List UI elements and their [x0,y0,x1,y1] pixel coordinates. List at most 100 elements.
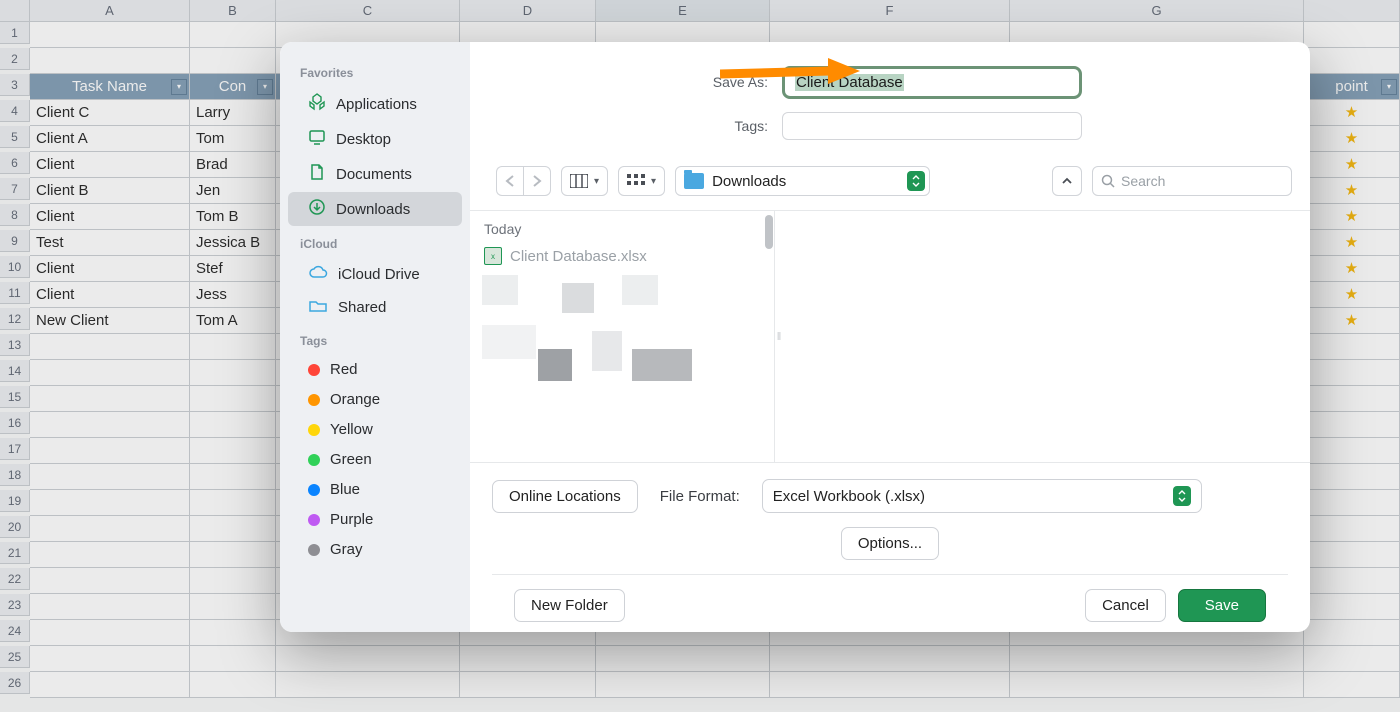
cell[interactable] [770,646,1010,672]
cell[interactable] [30,334,190,360]
cell[interactable] [460,672,596,698]
row-number[interactable]: 5 [0,126,30,148]
sidebar-item-applications[interactable]: Applications [288,87,462,121]
star-cell[interactable] [1304,516,1400,542]
cell[interactable] [190,438,276,464]
row-number[interactable]: 6 [0,152,30,174]
cell[interactable] [770,672,1010,698]
scrollbar-thumb[interactable] [765,215,773,249]
cell[interactable] [30,464,190,490]
collapse-button[interactable] [1052,166,1082,196]
sidebar-item-green[interactable]: Green [288,445,462,474]
row-number[interactable]: 20 [0,516,30,538]
row-number[interactable]: 21 [0,542,30,564]
online-locations-button[interactable]: Online Locations [492,480,638,513]
star-cell[interactable] [1304,464,1400,490]
star-cell[interactable] [1304,48,1400,74]
row-number[interactable]: 26 [0,672,30,694]
view-mode-columns-button[interactable]: ▾ [561,166,608,196]
cell[interactable]: Brad [190,152,276,178]
cell[interactable] [190,646,276,672]
cell[interactable] [190,490,276,516]
cell[interactable] [1010,646,1304,672]
cell[interactable]: Client B [30,178,190,204]
cell[interactable]: Client [30,282,190,308]
filter-dropdown-icon[interactable]: ▾ [171,79,187,95]
cell[interactable] [30,568,190,594]
star-cell[interactable] [1304,22,1400,48]
search-input[interactable]: Search [1092,166,1292,196]
star-cell[interactable] [1304,542,1400,568]
row-number[interactable]: 11 [0,282,30,304]
col-B[interactable]: B [190,0,276,22]
cell[interactable]: Client A [30,126,190,152]
sidebar-item-desktop[interactable]: Desktop [288,122,462,156]
file-browser[interactable]: Today x Client Database.xlsx ‖ [470,211,1310,463]
cell[interactable] [30,646,190,672]
row-number[interactable]: 25 [0,646,30,668]
file-item[interactable]: x Client Database.xlsx [470,241,774,271]
star-cell[interactable] [1304,672,1400,698]
star-cell[interactable]: ★ [1304,100,1400,126]
star-cell[interactable]: ★ [1304,126,1400,152]
col-F[interactable]: F [770,0,1010,22]
row-number[interactable]: 1 [0,22,30,44]
col-D[interactable]: D [460,0,596,22]
cell[interactable] [190,516,276,542]
star-cell[interactable]: ★ [1304,230,1400,256]
cell[interactable] [190,620,276,646]
tags-input[interactable] [782,112,1082,140]
cell[interactable] [190,568,276,594]
cell[interactable]: Jess [190,282,276,308]
cancel-button[interactable]: Cancel [1085,589,1166,622]
cell[interactable] [190,334,276,360]
options-button[interactable]: Options... [841,527,939,560]
sidebar-item-red[interactable]: Red [288,355,462,384]
cell[interactable] [30,490,190,516]
row-number[interactable]: 19 [0,490,30,512]
cell[interactable] [190,594,276,620]
star-cell[interactable] [1304,620,1400,646]
row-number[interactable]: 8 [0,204,30,226]
star-cell[interactable]: ★ [1304,178,1400,204]
save-button[interactable]: Save [1178,589,1266,622]
sidebar-item-gray[interactable]: Gray [288,535,462,564]
filter-dropdown-icon[interactable]: ▾ [1381,79,1397,95]
row-number[interactable]: 12 [0,308,30,330]
cell[interactable]: Tom A [190,308,276,334]
row-number[interactable]: 18 [0,464,30,486]
cell[interactable] [30,22,190,48]
group-by-button[interactable]: ▾ [618,166,665,196]
star-cell[interactable] [1304,568,1400,594]
row-number[interactable]: 9 [0,230,30,252]
cell[interactable] [460,646,596,672]
cell[interactable] [190,672,276,698]
cell[interactable] [190,412,276,438]
col-A[interactable]: A [30,0,190,22]
star-cell[interactable] [1304,334,1400,360]
row-number[interactable]: 2 [0,48,30,70]
star-cell[interactable] [1304,438,1400,464]
file-column-1[interactable]: Today x Client Database.xlsx [470,211,775,462]
cell[interactable] [30,360,190,386]
cell[interactable]: New Client [30,308,190,334]
cell[interactable]: Test [30,230,190,256]
cell[interactable] [190,542,276,568]
cell[interactable]: Client [30,204,190,230]
row-number[interactable]: 24 [0,620,30,642]
cell[interactable] [30,542,190,568]
star-cell[interactable] [1304,360,1400,386]
cell[interactable] [276,672,460,698]
cell[interactable] [596,672,770,698]
cell[interactable]: Tom B [190,204,276,230]
row-number[interactable]: 14 [0,360,30,382]
cell[interactable] [190,464,276,490]
star-cell[interactable]: ★ [1304,204,1400,230]
cell[interactable] [276,646,460,672]
column-resize-handle[interactable]: ‖ [775,211,783,462]
cell[interactable] [30,672,190,698]
cell[interactable]: Tom [190,126,276,152]
finder-sidebar[interactable]: Favorites ApplicationsDesktopDocumentsDo… [280,42,470,632]
sidebar-item-icloud-drive[interactable]: iCloud Drive [288,258,462,290]
row-number[interactable]: 22 [0,568,30,590]
